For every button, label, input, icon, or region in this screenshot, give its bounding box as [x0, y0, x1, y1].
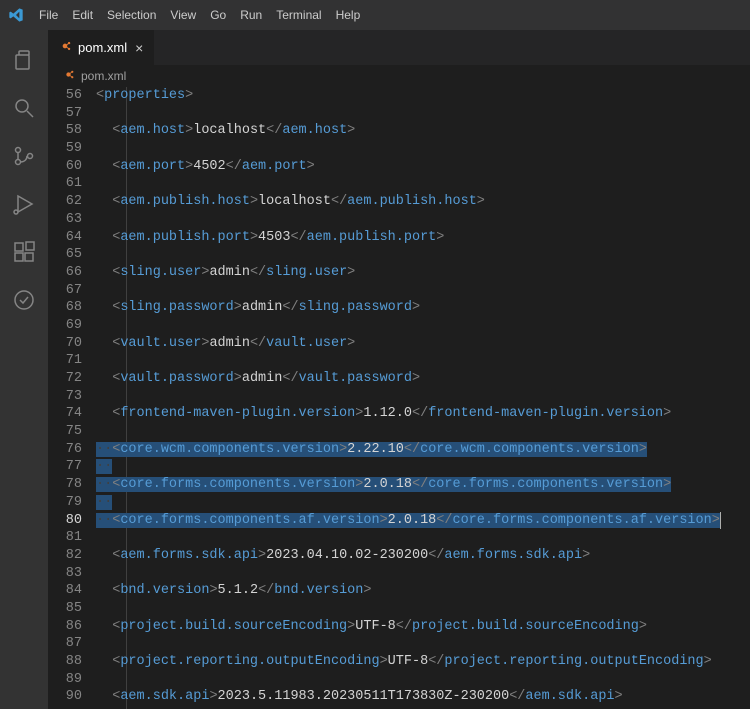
code-line[interactable]	[96, 388, 750, 406]
xml-file-icon	[58, 39, 72, 56]
line-number-gutter: 5657585960616263646566676869707172737475…	[48, 87, 96, 709]
breadcrumb[interactable]: pom.xml	[48, 65, 750, 87]
extensions-icon[interactable]	[0, 228, 48, 276]
menu-help[interactable]: Help	[329, 8, 368, 22]
code-line[interactable]: <project.build.sourceEncoding>UTF-8</pro…	[96, 618, 750, 636]
vscode-logo-icon	[8, 7, 24, 23]
title-bar: FileEditSelectionViewGoRunTerminalHelp	[0, 0, 750, 30]
editor-tabs: pom.xml ×	[48, 30, 750, 65]
code-line[interactable]	[96, 423, 750, 441]
menu-file[interactable]: File	[32, 8, 65, 22]
code-line[interactable]: ··<core.forms.components.af.version>2.0.…	[96, 512, 750, 530]
testing-icon[interactable]	[0, 276, 48, 324]
search-icon[interactable]	[0, 84, 48, 132]
run-debug-icon[interactable]	[0, 180, 48, 228]
code-line[interactable]	[96, 529, 750, 547]
code-line[interactable]: <aem.publish.port>4503</aem.publish.port…	[96, 229, 750, 247]
close-icon[interactable]: ×	[135, 40, 143, 56]
code-line[interactable]: <properties>	[96, 87, 750, 105]
code-line[interactable]	[96, 140, 750, 158]
code-line[interactable]	[96, 352, 750, 370]
code-line[interactable]: <vault.user>admin</vault.user>	[96, 335, 750, 353]
code-line[interactable]: <sling.password>admin</sling.password>	[96, 299, 750, 317]
code-line[interactable]	[96, 246, 750, 264]
code-line[interactable]	[96, 105, 750, 123]
code-line[interactable]	[96, 600, 750, 618]
code-editor[interactable]: 5657585960616263646566676869707172737475…	[48, 87, 750, 709]
code-line[interactable]: <frontend-maven-plugin.version>1.12.0</f…	[96, 405, 750, 423]
menu-edit[interactable]: Edit	[65, 8, 100, 22]
menu-run[interactable]: Run	[233, 8, 269, 22]
code-line[interactable]: <project.reporting.outputEncoding>UTF-8<…	[96, 653, 750, 671]
code-line[interactable]: <aem.forms.sdk.api>2023.04.10.02-230200<…	[96, 547, 750, 565]
code-line[interactable]	[96, 635, 750, 653]
source-control-icon[interactable]	[0, 132, 48, 180]
code-line[interactable]: ··<core.wcm.components.version>2.22.10</…	[96, 441, 750, 459]
editor-text[interactable]: <properties> <aem.host>localhost</aem.ho…	[96, 87, 750, 709]
code-line[interactable]	[96, 175, 750, 193]
code-line[interactable]: <aem.sdk.api>2023.5.11983.20230511T17383…	[96, 688, 750, 706]
explorer-icon[interactable]	[0, 36, 48, 84]
code-line[interactable]: ··<core.forms.components.version>2.0.18<…	[96, 476, 750, 494]
tab-label: pom.xml	[78, 40, 127, 55]
menu-terminal[interactable]: Terminal	[269, 8, 328, 22]
code-line[interactable]: <sling.user>admin</sling.user>	[96, 264, 750, 282]
code-line[interactable]	[96, 317, 750, 335]
xml-file-icon	[62, 68, 75, 84]
editor-area: pom.xml × pom.xml 5657585960616263646566…	[48, 30, 750, 709]
code-line[interactable]: <aem.publish.host>localhost</aem.publish…	[96, 193, 750, 211]
code-line[interactable]: ··	[96, 458, 750, 476]
activity-bar	[0, 30, 48, 709]
menu-bar: FileEditSelectionViewGoRunTerminalHelp	[32, 6, 367, 24]
code-line[interactable]	[96, 211, 750, 229]
code-line[interactable]	[96, 565, 750, 583]
code-line[interactable]: <bnd.version>5.1.2</bnd.version>	[96, 582, 750, 600]
code-line[interactable]: ··	[96, 494, 750, 512]
code-line[interactable]	[96, 671, 750, 689]
code-line[interactable]: <aem.host>localhost</aem.host>	[96, 122, 750, 140]
menu-view[interactable]: View	[163, 8, 203, 22]
breadcrumb-label: pom.xml	[81, 69, 126, 83]
code-line[interactable]	[96, 282, 750, 300]
tab-pom-xml[interactable]: pom.xml ×	[48, 30, 154, 65]
code-line[interactable]: <vault.password>admin</vault.password>	[96, 370, 750, 388]
menu-selection[interactable]: Selection	[100, 8, 163, 22]
code-line[interactable]: <aem.port>4502</aem.port>	[96, 158, 750, 176]
menu-go[interactable]: Go	[203, 8, 233, 22]
